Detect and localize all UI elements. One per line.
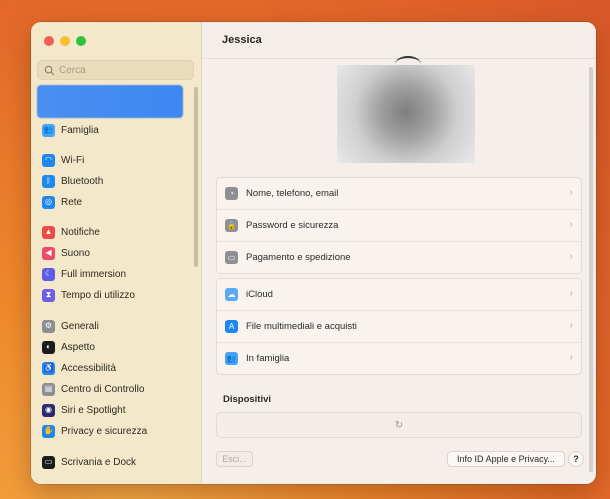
hourglass-icon: ⧗	[42, 288, 55, 302]
search-icon	[44, 65, 55, 75]
settings-row-file-multimediali-e-acquisti[interactable]: A File multimediali e acquisti ›	[217, 311, 581, 343]
cloud-icon: ☁	[225, 288, 238, 301]
devices-title: Dispositivi	[223, 394, 272, 405]
sidebar-item-label: Rete	[61, 196, 83, 208]
services-group: ☁ iCloud › A File multimediali e acquisti › 👥 I…	[216, 278, 582, 375]
apple-id-privacy-button[interactable]: Info ID Apple e Privacy...	[447, 451, 565, 467]
accessibility-icon: ♿	[42, 361, 55, 375]
bluetooth-icon: ᛒ	[42, 174, 55, 188]
settings-row-in-famiglia[interactable]: 👥 In famiglia ›	[217, 343, 581, 374]
sidebar-item-centro-di-controllo[interactable]: ▤ Centro di Controllo	[42, 380, 144, 398]
wifi-icon: ◠	[42, 153, 55, 167]
avatar-edit-ring	[395, 56, 421, 72]
settings-window: Cerca 👥 Famiglia ◠ Wi-Fi ᛒ Bluetooth ◎ Rete ▲ Not…	[31, 22, 596, 484]
main-scrollbar[interactable]	[589, 67, 593, 472]
sidebar-item-famiglia[interactable]: 👥 Famiglia	[42, 121, 99, 139]
sidebar-item-label: Wi-Fi	[61, 154, 85, 166]
lock-icon: 🔒	[225, 219, 238, 232]
sidebar-item-label: Suono	[61, 247, 90, 259]
sidebar-scrollbar[interactable]	[194, 87, 198, 267]
sidebar-item-label: Aspetto	[61, 341, 95, 353]
close-button[interactable]	[44, 36, 54, 46]
network-icon: ◎	[42, 195, 55, 209]
app-store-icon: A	[225, 320, 238, 333]
control-center-icon: ▤	[42, 382, 55, 396]
sidebar-item-label: Centro di Controllo	[61, 383, 145, 395]
sidebar-item-label: Notifiche	[61, 226, 100, 238]
sidebar-item-aspetto[interactable]: ◐ Aspetto	[42, 338, 95, 356]
devices-list: ↻	[216, 412, 582, 438]
sidebar-item-label: Scrivania e Dock	[61, 456, 137, 468]
sidebar-item-label: Full immersion	[61, 268, 127, 280]
speaker-icon: ◀	[42, 246, 55, 260]
avatar[interactable]	[337, 65, 475, 163]
card-icon: ▭	[225, 251, 238, 264]
row-label: Password e sicurezza	[246, 220, 339, 231]
settings-row-icloud[interactable]: ☁ iCloud ›	[217, 279, 581, 311]
dock-icon: ▭	[42, 455, 55, 469]
row-label: Nome, telefono, email	[246, 188, 339, 199]
row-label: iCloud	[246, 289, 273, 300]
bell-icon: ▲	[42, 225, 55, 239]
sidebar-item-label: Accessibilità	[61, 362, 117, 374]
appearance-icon: ◐	[42, 340, 55, 354]
zoom-button[interactable]	[76, 36, 86, 46]
chevron-right-icon: ›	[569, 187, 573, 198]
family-sharing-icon: 👥	[225, 352, 238, 365]
window-controls	[44, 36, 86, 46]
sign-out-button[interactable]: Esci...	[216, 451, 253, 467]
search-input[interactable]: Cerca	[37, 60, 194, 80]
page-title: Jessica	[202, 22, 596, 59]
sidebar-item-scrivania-e-dock[interactable]: ▭ Scrivania e Dock	[42, 453, 136, 471]
sidebar-item-tempo-di-utilizzo[interactable]: ⧗ Tempo di utilizzo	[42, 286, 135, 304]
sidebar-item-siri-e-spotlight[interactable]: ◉ Siri e Spotlight	[42, 401, 125, 419]
row-label: Pagamento e spedizione	[246, 252, 351, 263]
settings-row-password-e-sicurezza[interactable]: 🔒 Password e sicurezza ›	[217, 210, 581, 242]
sidebar-item-wi-fi[interactable]: ◠ Wi-Fi	[42, 151, 84, 169]
family-icon: 👥	[42, 123, 55, 137]
gear-icon: ⚙	[42, 319, 55, 333]
loading-spinner-icon: ↻	[394, 419, 404, 431]
sidebar-item-notifiche[interactable]: ▲ Notifiche	[42, 223, 100, 241]
sidebar-item-label: Famiglia	[61, 124, 99, 136]
selected-account-item[interactable]	[37, 85, 183, 118]
sidebar-item-generali[interactable]: ⚙ Generali	[42, 317, 99, 335]
chevron-right-icon: ›	[569, 219, 573, 230]
siri-icon: ◉	[42, 403, 55, 417]
settings-row-nome-telefono-email[interactable]: ◔ Nome, telefono, email ›	[217, 178, 581, 210]
account-group: ◔ Nome, telefono, email › 🔒 Password e sicur…	[216, 177, 582, 274]
sidebar-item-label: Generali	[61, 320, 99, 332]
settings-row-pagamento-e-spedizione[interactable]: ▭ Pagamento e spedizione ›	[217, 242, 581, 273]
sidebar-item-full-immersion[interactable]: ☾ Full immersion	[42, 265, 126, 283]
chevron-right-icon: ›	[569, 352, 573, 363]
sidebar-item-bluetooth[interactable]: ᛒ Bluetooth	[42, 172, 103, 190]
sidebar-item-privacy-e-sicurezza[interactable]: ✋ Privacy e sicurezza	[42, 422, 147, 440]
main-pane: Jessica ◔ Nome, telefono, email › 🔒 Password…	[202, 22, 596, 484]
sidebar-item-label: Tempo di utilizzo	[61, 289, 135, 301]
minimize-button[interactable]	[60, 36, 70, 46]
sidebar-item-accessibilità[interactable]: ♿ Accessibilità	[42, 359, 116, 377]
row-label: In famiglia	[246, 353, 290, 364]
chevron-right-icon: ›	[569, 320, 573, 331]
moon-icon: ☾	[42, 267, 55, 281]
row-label: File multimediali e acquisti	[246, 321, 357, 332]
sidebar-item-label: Siri e Spotlight	[61, 404, 126, 416]
person-icon: ◔	[225, 187, 238, 200]
chevron-right-icon: ›	[569, 288, 573, 299]
sidebar: Cerca 👥 Famiglia ◠ Wi-Fi ᛒ Bluetooth ◎ Rete ▲ Not…	[31, 22, 202, 484]
help-button[interactable]: ?	[568, 451, 584, 467]
hand-icon: ✋	[42, 424, 55, 438]
sidebar-item-label: Privacy e sicurezza	[61, 425, 148, 437]
chevron-right-icon: ›	[569, 251, 573, 262]
sidebar-item-suono[interactable]: ◀ Suono	[42, 244, 90, 262]
sidebar-item-label: Bluetooth	[61, 175, 104, 187]
sidebar-item-rete[interactable]: ◎ Rete	[42, 193, 82, 211]
search-placeholder: Cerca	[59, 64, 86, 76]
